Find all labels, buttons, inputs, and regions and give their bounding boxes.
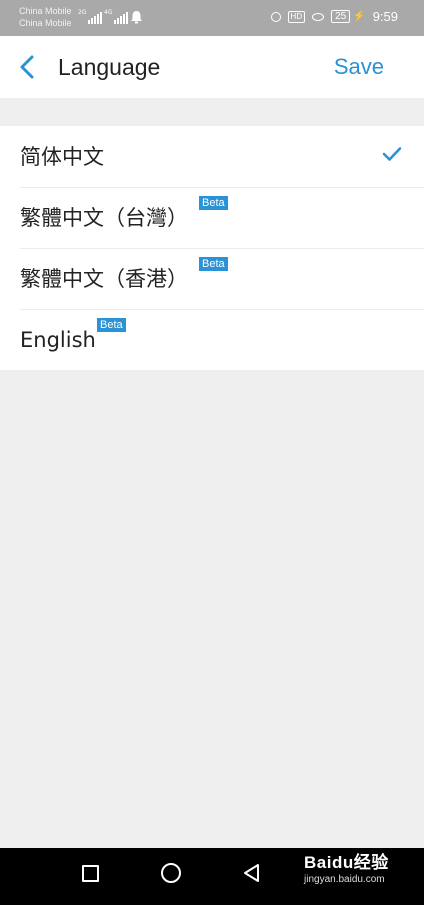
notification-icon [131,11,142,24]
status-bar: China Mobile China Mobile 2G 4G HD 25 ⚡ … [0,0,424,36]
language-option-english[interactable]: English Beta [0,309,424,370]
checkmark-icon [382,147,402,161]
hd-icon: HD [287,10,306,23]
home-icon[interactable] [161,863,181,883]
carrier-1: China Mobile [19,6,72,16]
app-header: Language Save [0,36,424,98]
back-button[interactable] [14,53,42,81]
signal-icon: 2G [78,9,103,24]
language-list: 简体中文 繁體中文（台灣） Beta 繁體中文（香港） Beta English… [0,126,424,370]
beta-badge: Beta [199,257,228,271]
chevron-left-icon [20,55,34,79]
language-label: English [20,328,96,352]
carrier-labels: China Mobile China Mobile [19,5,72,29]
language-option-simplified-chinese[interactable]: 简体中文 [0,126,424,187]
signal-icon: 4G [104,9,129,24]
eye-icon [312,12,325,21]
watermark-sub: jingyan.baidu.com [304,874,385,885]
language-option-traditional-chinese-taiwan[interactable]: 繁體中文（台灣） Beta [0,187,424,248]
beta-badge: Beta [199,196,228,210]
alarm-icon [270,11,281,22]
system-nav-bar: Baidu经验 jingyan.baidu.com [0,848,424,905]
battery-icon: 25 [331,10,351,23]
carrier-2: China Mobile [19,18,72,28]
beta-badge: Beta [97,318,126,332]
signal-1-tag: 2G [78,9,87,16]
watermark-logo: Baidu经验 jingyan.baidu.com [304,852,389,886]
watermark-main: Baidu经验 [304,853,389,872]
language-label: 繁體中文（台灣） [20,206,188,230]
recent-apps-icon[interactable] [82,865,99,882]
language-label: 简体中文 [20,145,104,169]
status-icons: HD 25 ⚡ 9:59 [270,9,398,24]
charging-icon: ⚡ [353,11,366,22]
back-icon[interactable] [241,862,263,884]
save-button[interactable]: Save [334,52,384,82]
language-label: 繁體中文（香港） [20,267,188,291]
page-title: Language [58,54,161,80]
language-option-traditional-chinese-hongkong[interactable]: 繁體中文（香港） Beta [0,248,424,309]
status-time: 9:59 [372,9,398,24]
signal-2-tag: 4G [104,9,113,16]
